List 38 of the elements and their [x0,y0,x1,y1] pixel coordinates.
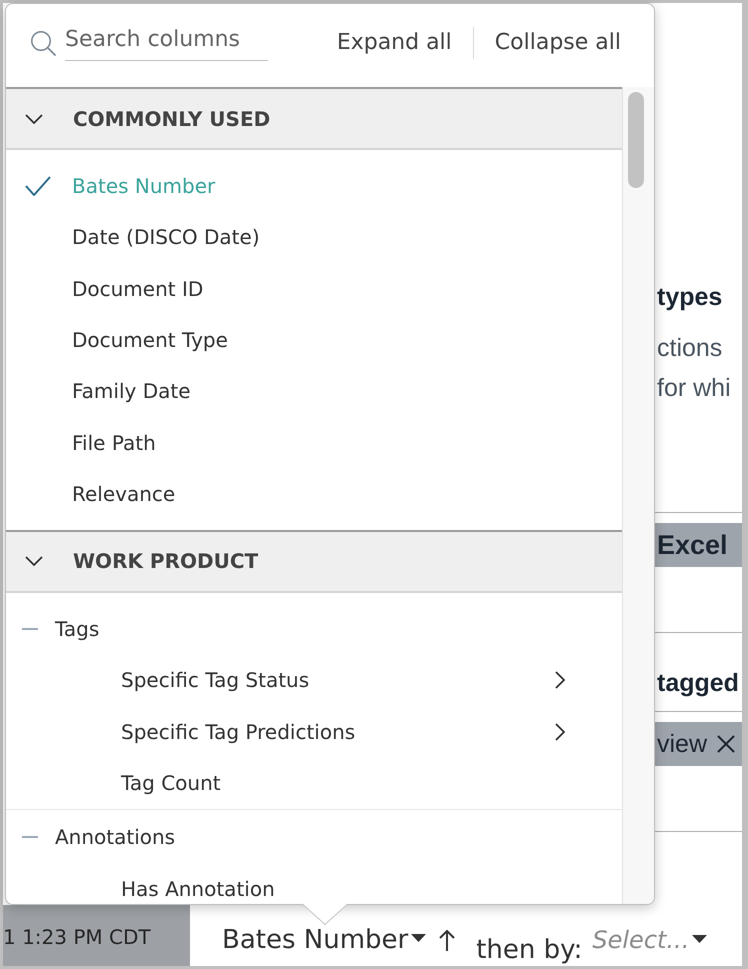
chevron-down-icon [25,556,43,566]
header-action-link[interactable]: Collapse all [494,28,621,56]
column-option[interactable]: Relevance [6,468,622,520]
scrollbar-thumb[interactable] [628,92,644,188]
submenu-chevron-icon [555,722,565,740]
column-option[interactable]: File Path [6,417,622,469]
column-option[interactable]: Document ID [6,262,622,314]
heading-text: types [656,282,724,312]
paragraph-text: ctions for whi [656,333,732,404]
timestamp-cell: 1 1:23 PM CDT [3,905,190,966]
section-header[interactable]: WORK PRODUCT [6,530,622,593]
search-field[interactable]: Search columns [65,24,268,61]
submenu-chevron-icon [555,671,565,690]
heading-text: tagged [656,668,740,698]
close-icon[interactable] [717,735,736,753]
chip-label: Excel [657,530,728,560]
checkmark-icon [25,176,51,196]
column-option[interactable]: Document Type [6,314,622,366]
section-header[interactable]: COMMONLY USED [6,87,622,150]
chevron-down-icon [25,114,43,124]
column-option[interactable]: Date (DISCO Date) [6,211,622,263]
column-option[interactable]: Specific Tag Status [6,654,622,706]
chip-label: view [657,729,708,759]
column-option[interactable]: Specific Tag Predictions [6,706,622,758]
dash-icon [22,628,38,630]
sort-field-dropdown[interactable]: Bates Number [222,924,426,956]
column-option[interactable]: Family Date [6,366,622,418]
column-option[interactable]: Has Annotation [6,863,622,904]
column-option[interactable]: Tag Count [6,757,622,809]
arrow-up-icon[interactable] [439,928,456,950]
caret-down-icon [411,934,426,942]
group-toggle[interactable]: Annotations [6,812,622,864]
group-toggle[interactable]: Tags [6,602,622,654]
dash-icon [22,836,38,838]
then-by-label: then by: [476,935,582,966]
header-action-link[interactable]: Expand all [336,28,452,56]
search-icon [30,30,56,56]
caret-down-icon [692,934,708,942]
